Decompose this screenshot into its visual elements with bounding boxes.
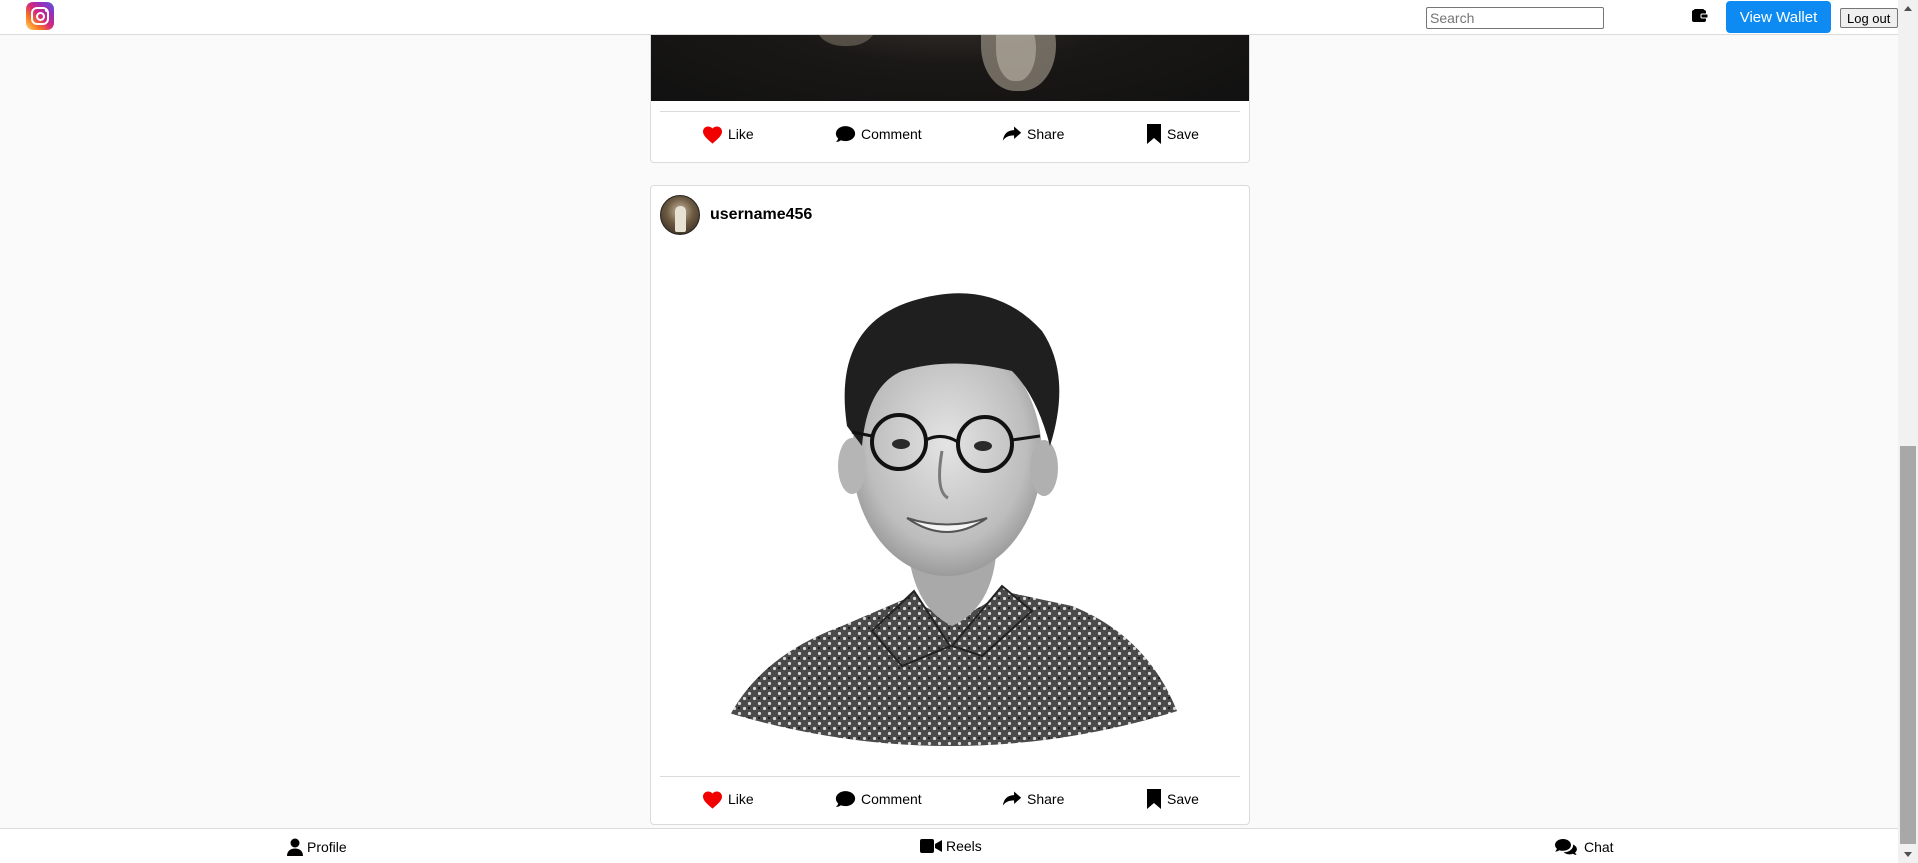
comment-icon — [835, 126, 856, 142]
comment-icon — [835, 791, 856, 807]
nav-profile[interactable]: Profile — [287, 838, 347, 856]
scrollbar-thumb[interactable] — [1900, 446, 1916, 844]
comment-button[interactable]: Comment — [835, 122, 922, 146]
post-actions: Like Comment Share Save — [660, 111, 1240, 159]
wallet-icon[interactable] — [1692, 9, 1708, 23]
logout-button[interactable]: Log out — [1840, 8, 1898, 28]
avatar[interactable] — [660, 195, 700, 235]
comment-button[interactable]: Comment — [835, 787, 922, 811]
bookmark-icon — [1147, 124, 1161, 144]
user-icon — [287, 838, 303, 856]
nav-reels[interactable]: Reels — [920, 838, 982, 854]
share-label: Share — [1027, 791, 1065, 807]
save-label: Save — [1167, 791, 1199, 807]
post-image[interactable] — [652, 246, 1248, 766]
nav-reels-label: Reels — [946, 838, 982, 854]
top-navbar: View Wallet Log out — [0, 0, 1898, 35]
like-button[interactable]: Like — [702, 787, 754, 811]
comment-label: Comment — [861, 126, 922, 142]
comment-label: Comment — [861, 791, 922, 807]
scroll-down-arrow-icon[interactable] — [1898, 846, 1918, 863]
bookmark-icon — [1147, 789, 1161, 809]
view-wallet-button[interactable]: View Wallet — [1726, 1, 1831, 33]
video-camera-icon — [920, 839, 942, 853]
like-button[interactable]: Like — [702, 122, 754, 146]
instagram-logo-icon[interactable] — [26, 2, 54, 30]
post-actions: Like Comment Share Save — [660, 776, 1240, 824]
search-input[interactable] — [1426, 7, 1604, 29]
scroll-up-arrow-icon[interactable] — [1898, 0, 1918, 17]
like-label: Like — [728, 791, 754, 807]
vertical-scrollbar[interactable] — [1898, 0, 1918, 863]
post-header: username456 — [660, 194, 812, 236]
save-button[interactable]: Save — [1146, 787, 1199, 811]
nav-profile-label: Profile — [307, 839, 347, 855]
heart-icon — [703, 125, 722, 144]
heart-icon — [703, 790, 722, 809]
share-icon — [1002, 791, 1022, 806]
like-label: Like — [728, 126, 754, 142]
share-button[interactable]: Share — [1002, 122, 1064, 146]
post-username[interactable]: username456 — [710, 206, 812, 224]
share-button[interactable]: Share — [1002, 787, 1064, 811]
save-label: Save — [1167, 126, 1199, 142]
nav-chat-label: Chat — [1584, 839, 1614, 855]
share-label: Share — [1027, 126, 1065, 142]
bottom-navbar: Profile Reels Chat — [0, 828, 1898, 863]
share-icon — [1002, 126, 1022, 141]
save-button[interactable]: Save — [1146, 122, 1199, 146]
post-card: username456 Like Comment Share Save — [650, 185, 1250, 825]
nav-chat[interactable]: Chat — [1554, 838, 1614, 856]
chat-bubbles-icon — [1555, 839, 1577, 855]
